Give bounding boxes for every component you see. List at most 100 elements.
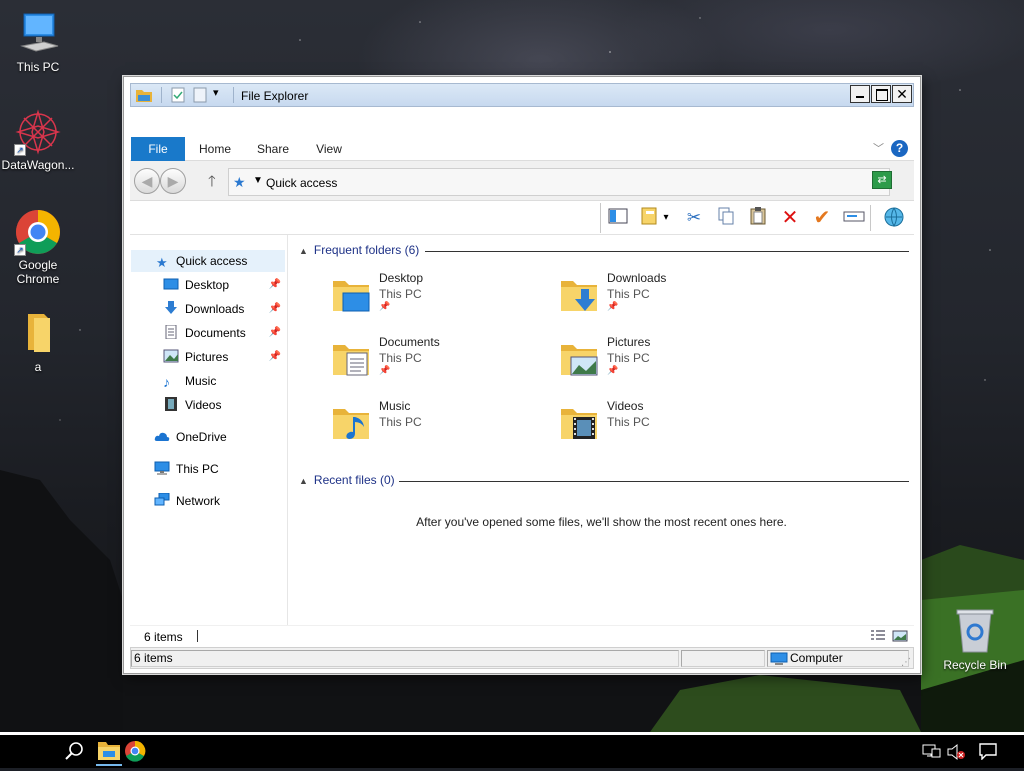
- nav-label: Pictures: [185, 350, 229, 364]
- nav-label: Network: [176, 494, 221, 508]
- nav-item-quick-access[interactable]: ★ Quick access: [131, 250, 285, 272]
- desktop-icon-label: Recycle Bin: [943, 658, 1007, 672]
- tile-videos[interactable]: Videos This PC: [559, 399, 779, 457]
- download-arrow-icon: [165, 301, 177, 314]
- window-title: File Explorer: [241, 89, 309, 103]
- up-button[interactable]: 🡑: [208, 171, 216, 196]
- network-globe-icon[interactable]: [882, 207, 906, 229]
- picture-icon: [163, 349, 179, 363]
- tile-pictures[interactable]: Pictures This PC 📌: [559, 335, 779, 393]
- desktop-icon-recycle-bin[interactable]: Recycle Bin: [937, 608, 1013, 672]
- group-divider: [425, 251, 909, 252]
- nav-item-pictures[interactable]: Pictures 📌: [131, 346, 285, 368]
- content-pane: ▲ Frequent folders (6) Desktop This PC 📌 …: [289, 235, 914, 625]
- pin-icon[interactable]: 📌: [269, 346, 281, 368]
- ribbon-spacer: [130, 107, 914, 137]
- desktop-icon-this-pc[interactable]: This PC: [0, 10, 76, 74]
- taskbar-file-explorer[interactable]: [96, 738, 122, 766]
- select-check-icon[interactable]: ✔: [810, 207, 834, 229]
- cut-icon[interactable]: ✂: [682, 207, 706, 229]
- volume-muted-icon[interactable]: [946, 743, 966, 771]
- tile-name: Videos: [607, 399, 644, 413]
- tab-share[interactable]: Share: [250, 137, 296, 161]
- back-button[interactable]: ◀: [134, 168, 160, 194]
- nav-item-documents[interactable]: Documents 📌: [131, 322, 285, 344]
- tile-location: This PC: [607, 415, 650, 429]
- view-options-icon[interactable]: [638, 207, 662, 229]
- maximize-button[interactable]: [871, 85, 891, 103]
- nav-item-music[interactable]: ♪ Music: [131, 370, 285, 392]
- nav-item-onedrive[interactable]: OneDrive: [131, 426, 285, 448]
- downloads-folder-icon: [561, 281, 597, 311]
- tile-name: Documents: [379, 335, 440, 349]
- minimize-button[interactable]: [850, 85, 870, 103]
- pictures-folder-icon: [561, 345, 598, 376]
- tile-music[interactable]: Music This PC: [331, 399, 551, 457]
- nav-item-downloads[interactable]: Downloads 📌: [131, 298, 285, 320]
- pin-icon[interactable]: 📌: [269, 298, 281, 320]
- preview-pane-icon[interactable]: [606, 207, 630, 229]
- nav-item-videos[interactable]: Videos: [131, 394, 285, 416]
- taskbar-chrome[interactable]: [124, 740, 146, 768]
- collapse-chevron-icon[interactable]: ▲: [299, 246, 308, 256]
- tab-file[interactable]: File: [131, 137, 185, 161]
- new-folder-icon[interactable]: [193, 87, 207, 103]
- tile-desktop[interactable]: Desktop This PC 📌: [331, 271, 551, 329]
- pin-icon: 📌: [379, 301, 391, 311]
- tile-location: This PC: [379, 287, 422, 301]
- tile-downloads[interactable]: Downloads This PC 📌: [559, 271, 779, 329]
- desktop-icon: [163, 278, 179, 290]
- collapse-chevron-icon[interactable]: ▲: [299, 476, 308, 486]
- videos-folder-icon: [561, 409, 597, 439]
- nav-label: Quick access: [176, 254, 248, 268]
- desktop-icon-folder-a[interactable]: a: [0, 310, 76, 374]
- paste-icon[interactable]: [746, 207, 770, 229]
- resize-grip-icon[interactable]: ⋰: [901, 657, 911, 668]
- details-view-icon[interactable]: [870, 630, 886, 645]
- tile-documents[interactable]: Documents This PC 📌: [331, 335, 551, 393]
- copy-icon[interactable]: [714, 207, 738, 229]
- address-bar[interactable]: ★ ▼ Quick access ▼: [228, 168, 890, 196]
- desktop-icon-datawagon[interactable]: ↗ DataWagon...: [0, 108, 76, 172]
- shortcut-arrow-icon: ↗: [14, 244, 26, 256]
- desktop-icon-label: DataWagon...: [1, 158, 75, 172]
- desktop-icon-label: a: [34, 360, 42, 374]
- rename-icon[interactable]: [842, 207, 866, 229]
- properties-icon[interactable]: [171, 87, 185, 103]
- view-options-dropdown-icon[interactable]: ▾: [660, 207, 672, 229]
- status-empty-cell: [681, 650, 765, 667]
- pin-icon[interactable]: 📌: [269, 274, 281, 296]
- nav-item-network[interactable]: Network: [131, 490, 285, 512]
- tab-home[interactable]: Home: [192, 137, 238, 161]
- desktop-icon-chrome[interactable]: ↗ Google Chrome: [0, 208, 76, 286]
- notifications-icon[interactable]: [978, 742, 998, 770]
- title-bar[interactable]: ▾ File Explorer ✕: [130, 83, 914, 107]
- delete-icon[interactable]: ✕: [778, 207, 802, 229]
- frequent-folders-header[interactable]: ▲ Frequent folders (6): [299, 243, 909, 261]
- qat-customize-icon[interactable]: ▾: [213, 86, 219, 102]
- nav-label: OneDrive: [176, 430, 227, 444]
- shortcut-arrow-icon: ↗: [14, 144, 26, 156]
- nav-item-this-pc[interactable]: This PC: [131, 458, 285, 480]
- tab-view[interactable]: View: [306, 137, 352, 161]
- search-icon[interactable]: [64, 741, 84, 769]
- refresh-icon[interactable]: ⇄: [872, 171, 892, 189]
- recent-files-empty-message: After you've opened some files, we'll sh…: [416, 515, 787, 529]
- breadcrumb-chevron-icon[interactable]: ▼: [253, 175, 263, 186]
- nav-item-desktop[interactable]: Desktop 📌: [131, 274, 285, 296]
- forward-button[interactable]: ▶: [160, 168, 186, 194]
- recent-files-header[interactable]: ▲ Recent files (0): [299, 473, 909, 491]
- status-bar: 6 items: [130, 625, 914, 647]
- network-status-icon[interactable]: [922, 743, 942, 771]
- ribbon-expand-icon[interactable]: ﹀: [873, 140, 884, 156]
- help-button[interactable]: ?: [891, 140, 908, 157]
- large-icons-view-icon[interactable]: [892, 630, 908, 645]
- chrome-icon: [125, 740, 146, 762]
- close-button[interactable]: ✕: [892, 85, 912, 103]
- file-explorer-icon: [98, 742, 120, 760]
- pin-icon[interactable]: 📌: [269, 322, 281, 344]
- toolbar-separator: [870, 205, 871, 231]
- tile-location: This PC: [607, 351, 650, 365]
- address-text: Quick access: [266, 176, 338, 190]
- music-note-icon: ♪: [163, 374, 170, 390]
